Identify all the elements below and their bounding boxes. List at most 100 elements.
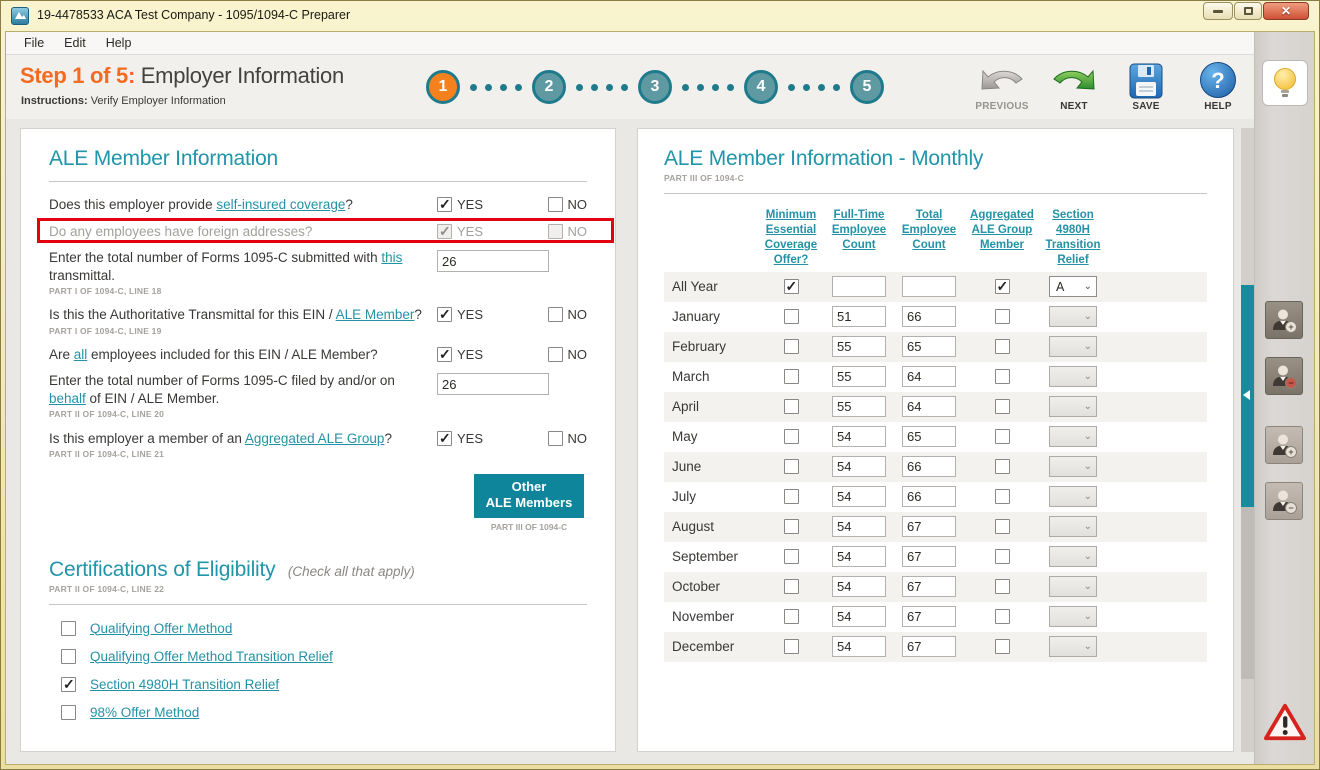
no-checkbox[interactable] <box>548 347 563 362</box>
wizard-step-1[interactable]: 1 <box>426 70 460 104</box>
wizard-step-5[interactable]: 5 <box>850 70 884 104</box>
inline-help-link[interactable]: Aggregated ALE Group <box>245 431 385 446</box>
full-time-count-input[interactable] <box>832 336 886 357</box>
certification-checkbox[interactable] <box>61 649 76 664</box>
total-count-input[interactable] <box>902 306 956 327</box>
form-count-input[interactable] <box>437 373 549 395</box>
certification-checkbox[interactable] <box>61 705 76 720</box>
menu-item-help[interactable]: Help <box>96 33 142 53</box>
aggregated-group-checkbox[interactable] <box>995 519 1010 534</box>
certification-link[interactable]: Qualifying Offer Method <box>90 621 232 636</box>
certification-link[interactable]: Section 4980H Transition Relief <box>90 677 279 692</box>
aggregated-group-checkbox[interactable] <box>995 549 1010 564</box>
total-count-input[interactable] <box>902 636 956 657</box>
no-checkbox[interactable] <box>548 307 563 322</box>
close-button[interactable]: ✕ <box>1263 2 1309 20</box>
mec-offer-checkbox[interactable] <box>784 309 799 324</box>
full-time-count-input[interactable] <box>832 396 886 417</box>
total-count-input[interactable] <box>902 606 956 627</box>
form-count-input[interactable] <box>437 250 549 272</box>
mec-offer-checkbox[interactable] <box>784 399 799 414</box>
inline-help-link[interactable]: self-insured coverage <box>216 197 345 212</box>
mec-offer-checkbox[interactable] <box>784 279 799 294</box>
column-header-link[interactable]: Minimum Essential Coverage Offer? <box>760 208 822 268</box>
yes-checkbox[interactable] <box>437 197 452 212</box>
aggregated-group-checkbox[interactable] <box>995 309 1010 324</box>
inline-help-link[interactable]: this <box>381 250 402 265</box>
full-time-count-input[interactable] <box>832 366 886 387</box>
total-count-input[interactable] <box>902 516 956 537</box>
menu-item-edit[interactable]: Edit <box>54 33 96 53</box>
total-count-input[interactable] <box>902 576 956 597</box>
other-ale-members-button[interactable]: Other ALE Members <box>474 474 584 518</box>
wizard-step-4[interactable]: 4 <box>744 70 778 104</box>
yes-checkbox[interactable] <box>437 431 452 446</box>
column-header-link[interactable]: Full-Time Employee Count <box>822 208 896 253</box>
column-header-link[interactable]: Section 4980H Transition Relief <box>1042 208 1104 268</box>
aggregated-group-checkbox[interactable] <box>995 639 1010 654</box>
aggregated-group-checkbox[interactable] <box>995 489 1010 504</box>
minimize-button[interactable] <box>1203 2 1233 20</box>
add-employee-button[interactable]: + <box>1265 301 1303 339</box>
full-time-count-input[interactable] <box>832 576 886 597</box>
full-time-count-input[interactable] <box>832 426 886 447</box>
add-employee-button-secondary[interactable]: + <box>1265 426 1303 464</box>
certification-link[interactable]: 98% Offer Method <box>90 705 199 720</box>
mec-offer-checkbox[interactable] <box>784 369 799 384</box>
mec-offer-checkbox[interactable] <box>784 429 799 444</box>
total-count-input[interactable] <box>902 396 956 417</box>
wizard-step-3[interactable]: 3 <box>638 70 672 104</box>
previous-button[interactable]: PREVIOUS <box>974 59 1030 112</box>
help-button[interactable]: ? HELP <box>1190 59 1246 112</box>
yes-checkbox[interactable] <box>437 307 452 322</box>
validation-warning-button[interactable] <box>1262 700 1308 744</box>
full-time-count-input[interactable] <box>832 636 886 657</box>
mec-offer-checkbox[interactable] <box>784 519 799 534</box>
yes-checkbox[interactable] <box>437 347 452 362</box>
total-count-input[interactable] <box>902 276 956 297</box>
maximize-button[interactable] <box>1234 2 1262 20</box>
mec-offer-checkbox[interactable] <box>784 579 799 594</box>
certification-checkbox[interactable] <box>61 677 76 692</box>
aggregated-group-checkbox[interactable] <box>995 339 1010 354</box>
aggregated-group-checkbox[interactable] <box>995 369 1010 384</box>
total-count-input[interactable] <box>902 486 956 507</box>
menu-item-file[interactable]: File <box>14 33 54 53</box>
mec-offer-checkbox[interactable] <box>784 339 799 354</box>
remove-employee-button-secondary[interactable]: − <box>1265 482 1303 520</box>
transition-relief-select[interactable]: A⌄ <box>1049 276 1097 297</box>
inline-help-link[interactable]: behalf <box>49 391 86 406</box>
aggregated-group-checkbox[interactable] <box>995 279 1010 294</box>
aggregated-group-checkbox[interactable] <box>995 609 1010 624</box>
full-time-count-input[interactable] <box>832 306 886 327</box>
full-time-count-input[interactable] <box>832 486 886 507</box>
no-checkbox[interactable] <box>548 431 563 446</box>
full-time-count-input[interactable] <box>832 276 886 297</box>
next-button[interactable]: NEXT <box>1046 59 1102 112</box>
total-count-input[interactable] <box>902 366 956 387</box>
column-header-link[interactable]: Total Employee Count <box>896 208 962 253</box>
column-header-link[interactable]: Aggregated ALE Group Member <box>962 208 1042 253</box>
no-checkbox[interactable] <box>548 197 563 212</box>
mec-offer-checkbox[interactable] <box>784 459 799 474</box>
wizard-step-2[interactable]: 2 <box>532 70 566 104</box>
aggregated-group-checkbox[interactable] <box>995 399 1010 414</box>
mec-offer-checkbox[interactable] <box>784 609 799 624</box>
aggregated-group-checkbox[interactable] <box>995 579 1010 594</box>
hint-lightbulb-button[interactable] <box>1262 60 1308 106</box>
aggregated-group-checkbox[interactable] <box>995 459 1010 474</box>
mec-offer-checkbox[interactable] <box>784 549 799 564</box>
mec-offer-checkbox[interactable] <box>784 639 799 654</box>
inline-help-link[interactable]: ALE Member <box>336 307 415 322</box>
certification-checkbox[interactable] <box>61 621 76 636</box>
total-count-input[interactable] <box>902 546 956 567</box>
full-time-count-input[interactable] <box>832 516 886 537</box>
panel-expander-handle[interactable] <box>1241 285 1254 507</box>
full-time-count-input[interactable] <box>832 456 886 477</box>
total-count-input[interactable] <box>902 456 956 477</box>
inline-help-link[interactable]: all <box>74 347 88 362</box>
aggregated-group-checkbox[interactable] <box>995 429 1010 444</box>
full-time-count-input[interactable] <box>832 606 886 627</box>
full-time-count-input[interactable] <box>832 546 886 567</box>
total-count-input[interactable] <box>902 426 956 447</box>
